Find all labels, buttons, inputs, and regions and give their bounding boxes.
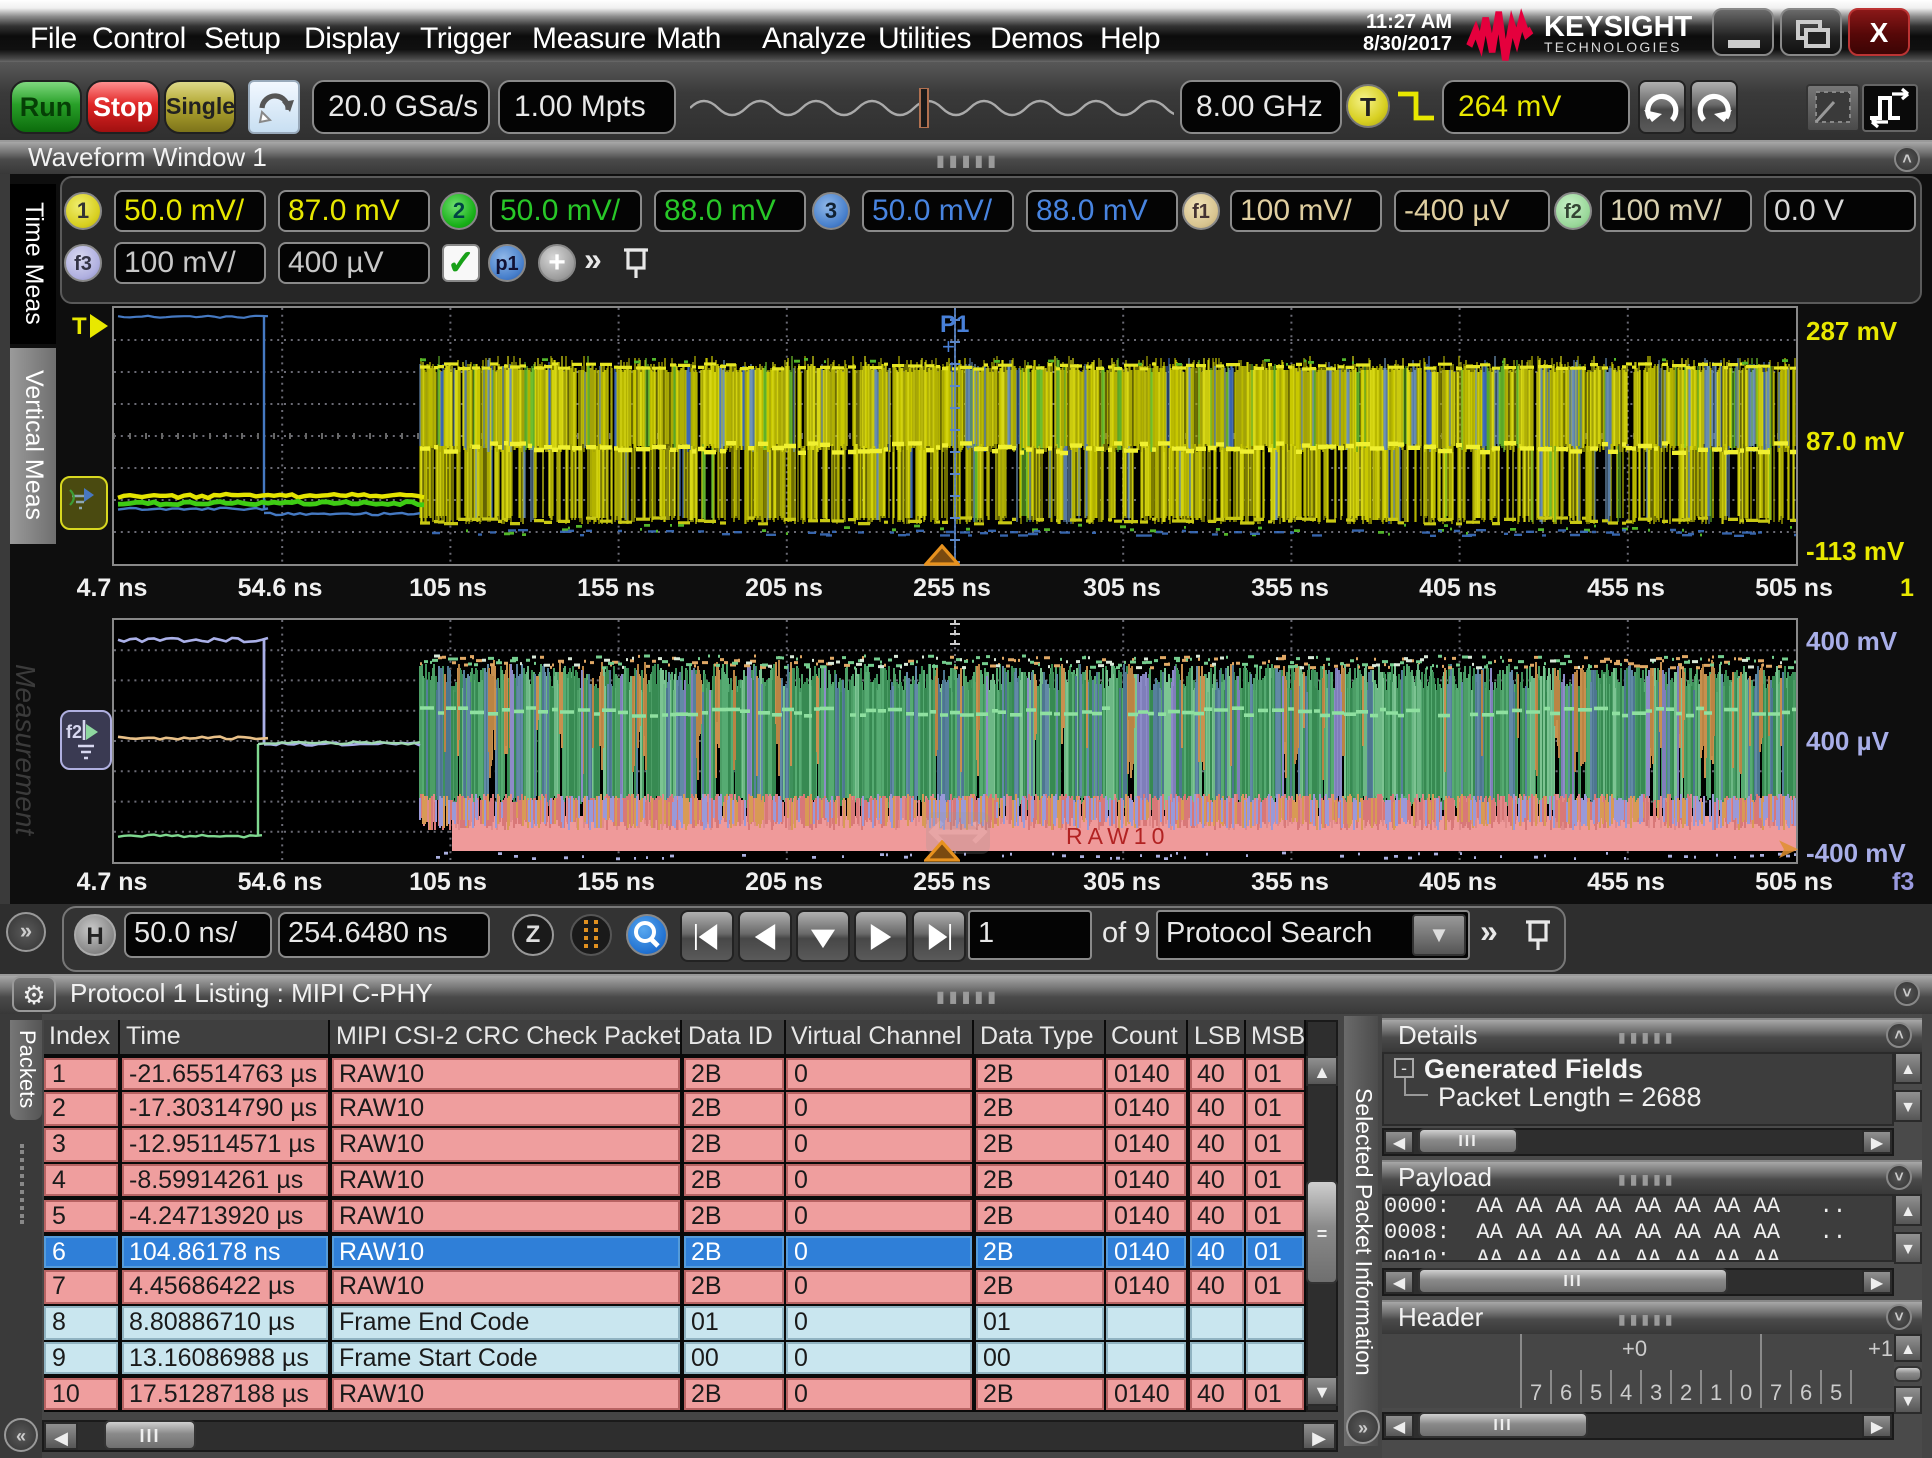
svg-text:RAW10: RAW10 [1066,823,1169,849]
svg-text:f2: f2 [66,722,82,742]
